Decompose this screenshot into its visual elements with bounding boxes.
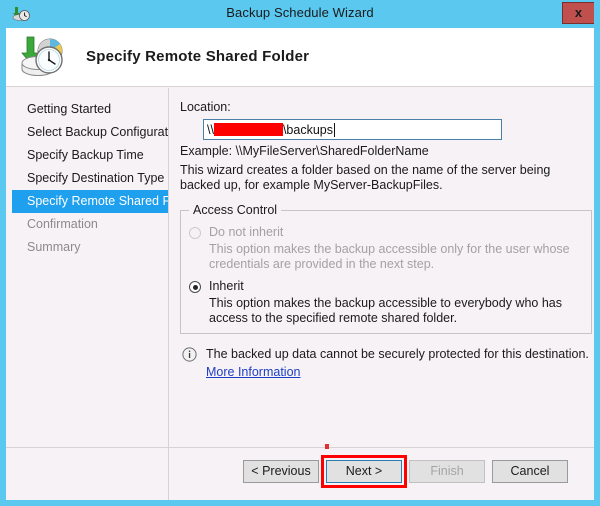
sidebar-item-getting-started[interactable]: Getting Started (6, 98, 168, 121)
body-area: Getting Started Select Backup Configurat… (6, 88, 594, 500)
wizard-steps-sidebar: Getting Started Select Backup Configurat… (6, 88, 169, 500)
main-panel: Location: \\ \backups Example: \\MyFileSe… (170, 88, 594, 500)
sidebar-item-summary[interactable]: Summary (6, 236, 168, 259)
radio-inherit[interactable]: Inherit (189, 279, 244, 294)
close-icon[interactable]: x (562, 2, 594, 24)
sidebar-item-specify-destination-type[interactable]: Specify Destination Type (6, 167, 168, 190)
radio-do-not-inherit[interactable]: Do not inherit (189, 225, 283, 240)
window-title: Backup Schedule Wizard (226, 5, 374, 20)
wizard-window: Backup Schedule Wizard x Specify Remote … (0, 0, 600, 506)
security-notice-text: The backed up data cannot be securely pr… (206, 346, 589, 380)
radio-inherit-description: This option makes the backup accessible … (209, 296, 562, 325)
location-value-suffix: \backups (282, 122, 333, 137)
access-control-legend: Access Control (189, 203, 282, 217)
more-information-link[interactable]: More Information (206, 364, 589, 380)
access-control-group: Access Control Do not inherit This optio… (180, 203, 592, 334)
location-example-text: Example: \\MyFileServer\SharedFolderName (180, 144, 429, 158)
location-label: Location: (180, 100, 231, 114)
sidebar-item-confirmation[interactable]: Confirmation (6, 213, 168, 236)
radio-do-not-inherit-description: This option makes the backup accessible … (209, 242, 570, 271)
page-title: Specify Remote Shared Folder (86, 48, 310, 65)
cancel-button[interactable]: Cancel (492, 460, 568, 483)
wizard-description-text: This wizard creates a folder based on th… (180, 163, 551, 192)
info-icon (182, 347, 197, 362)
backup-disk-clock-icon (17, 34, 71, 82)
title-bar: Backup Schedule Wizard x (6, 0, 594, 28)
text-caret (333, 122, 335, 137)
sidebar-item-specify-backup-time[interactable]: Specify Backup Time (6, 144, 168, 167)
radio-button-selected-icon[interactable] (189, 281, 201, 293)
sidebar-item-select-backup-configuration[interactable]: Select Backup Configurat... (6, 121, 168, 144)
security-notice: The backed up data cannot be securely pr… (182, 346, 589, 380)
radio-inherit-label: Inherit (209, 279, 244, 293)
footer-button-bar: < Previous Next > Finish Cancel (6, 444, 594, 500)
security-notice-message: The backed up data cannot be securely pr… (206, 347, 589, 361)
location-input[interactable]: \\ \backups (203, 119, 502, 140)
page-header: Specify Remote Shared Folder (6, 28, 594, 87)
redaction-block (213, 123, 283, 136)
sidebar-item-specify-remote-shared-folder[interactable]: Specify Remote Shared F... (12, 190, 168, 213)
annotation-highlight-next (321, 455, 407, 488)
previous-button[interactable]: < Previous (243, 460, 319, 483)
radio-button-icon[interactable] (189, 227, 201, 239)
location-value-prefix: \\ (207, 122, 214, 137)
annotation-dot (325, 444, 329, 449)
finish-button: Finish (409, 460, 485, 483)
radio-do-not-inherit-label: Do not inherit (209, 225, 284, 239)
